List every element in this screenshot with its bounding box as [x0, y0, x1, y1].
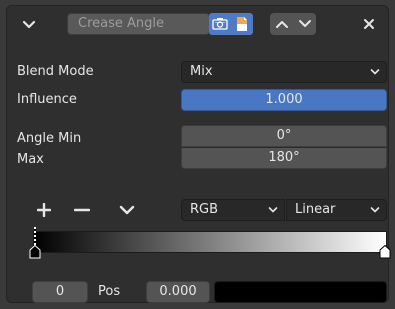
stop-color-swatch[interactable] — [214, 281, 387, 303]
interpolation-value: Linear — [295, 202, 336, 217]
minus-icon — [74, 208, 90, 212]
remove-modifier-button[interactable] — [358, 13, 380, 35]
modifier-header: Crease Angle — [12, 10, 383, 38]
viewport-toggle[interactable] — [231, 13, 253, 35]
active-stop-marker — [34, 227, 36, 245]
triangle-up-icon — [275, 21, 288, 28]
color-mode-dropdown[interactable]: RGB — [181, 199, 285, 221]
interpolation-dropdown[interactable]: Linear — [286, 199, 387, 221]
chevron-down-icon — [268, 207, 278, 213]
collapse-toggle[interactable] — [18, 14, 40, 36]
camera-icon — [212, 18, 228, 30]
pos-label: Pos — [98, 284, 121, 299]
blend-mode-value: Mix — [190, 64, 213, 79]
modifier-name-field[interactable]: Crease Angle — [67, 13, 210, 35]
move-up-button[interactable] — [270, 13, 293, 35]
color-ramp-gradient[interactable] — [33, 231, 387, 253]
angle-min-field[interactable]: 0° — [181, 125, 387, 147]
angle-max-field[interactable]: 180° — [181, 147, 387, 169]
plus-icon — [37, 203, 51, 217]
chevron-down-icon — [370, 207, 380, 213]
color-mode-value: RGB — [190, 202, 219, 217]
pos-field[interactable]: 0.000 — [146, 281, 210, 303]
render-toggle[interactable] — [209, 13, 231, 35]
add-stop-button[interactable] — [33, 199, 55, 221]
influence-label: Influence — [17, 92, 77, 107]
ramp-specials-menu[interactable] — [116, 199, 138, 221]
influence-slider[interactable]: 1.000 — [181, 89, 387, 111]
color-stop-handle[interactable] — [29, 245, 41, 259]
active-stop-index[interactable]: 0 — [32, 281, 88, 303]
triangle-down-icon — [298, 20, 311, 27]
blend-mode-dropdown[interactable]: Mix — [181, 61, 387, 83]
move-down-button[interactable] — [293, 13, 316, 35]
blend-mode-label: Blend Mode — [17, 64, 94, 79]
remove-stop-button[interactable] — [71, 199, 93, 221]
chevron-down-icon — [22, 20, 36, 29]
color-ramp[interactable] — [29, 227, 391, 259]
chevron-down-icon — [370, 69, 380, 75]
chevron-down-icon — [119, 205, 135, 215]
document-icon — [237, 17, 247, 31]
angle-max-label: Max — [17, 152, 44, 167]
close-icon — [364, 19, 374, 29]
color-stop-handle[interactable] — [379, 245, 391, 259]
angle-min-label: Angle Min — [17, 131, 82, 146]
